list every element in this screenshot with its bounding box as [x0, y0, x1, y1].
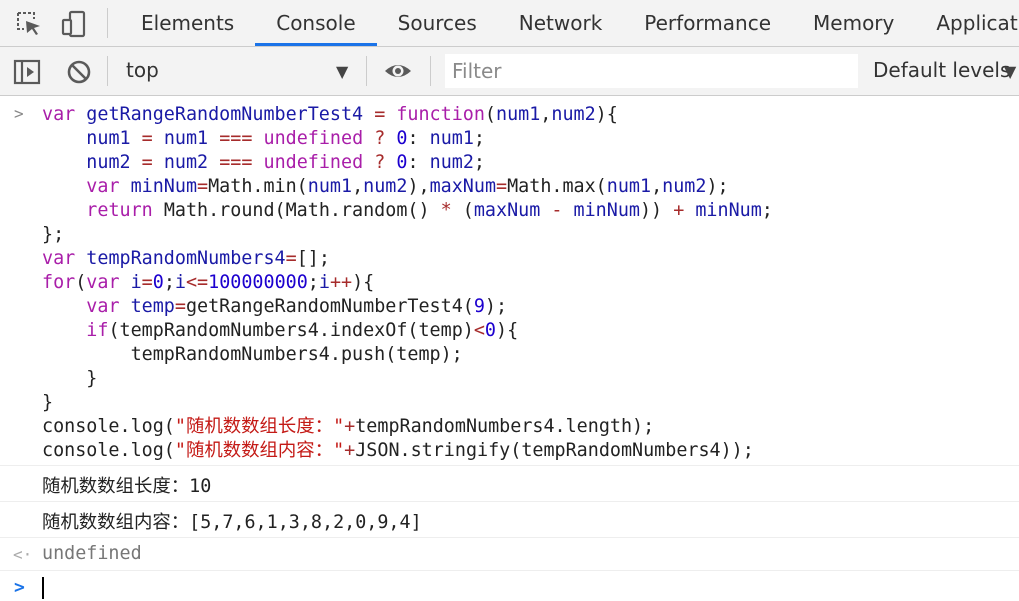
message-divider	[0, 501, 1019, 502]
live-expression-icon[interactable]	[383, 59, 413, 83]
code-line: num1 = num1 === undefined ? 0: num1;	[86, 128, 485, 149]
tab-elements[interactable]: Elements	[120, 0, 255, 46]
tab-sources[interactable]: Sources	[377, 0, 498, 46]
toolbar-divider	[107, 8, 108, 38]
code-line: var temp=getRangeRandomNumberTest4(9);	[86, 296, 508, 317]
tab-network[interactable]: Network	[498, 0, 624, 46]
message-divider	[0, 570, 1019, 571]
code-line: num2 = num2 === undefined ? 0: num2;	[86, 152, 485, 173]
toolbar-divider	[366, 56, 367, 86]
console-log-output: 随机数数组内容：[5,7,6,1,3,8,2,0,9,4]	[42, 512, 422, 533]
context-selector[interactable]: top	[126, 58, 159, 82]
code-input[interactable]: var getRangeRandomNumberTest4 = function…	[42, 103, 773, 463]
code-line: var minNum=Math.min(num1,num2),maxNum=Ma…	[86, 176, 729, 197]
tab-memory[interactable]: Memory	[792, 0, 915, 46]
code-line: }	[42, 392, 54, 413]
code-line: tempRandomNumbers4.push(temp);	[130, 344, 463, 365]
cursor-select-icon[interactable]	[14, 9, 44, 39]
code-line: var tempRandomNumbers4=[];	[42, 248, 330, 269]
console-log-output: 随机数数组长度：10	[42, 476, 212, 497]
chevron-down-icon[interactable]: ▼	[1004, 62, 1016, 81]
chevron-down-icon[interactable]: ▼	[336, 62, 348, 81]
sidebar-toggle-icon[interactable]	[13, 59, 41, 85]
input-prompt-icon: >	[14, 104, 24, 123]
return-value-icon: <·	[13, 545, 33, 564]
message-divider	[0, 537, 1019, 538]
code-line: if(tempRandomNumbers4.indexOf(temp)<0){	[86, 320, 519, 341]
code-line: return Math.round(Math.random() * (maxNu…	[86, 200, 773, 221]
tab-console[interactable]: Console	[255, 0, 377, 46]
return-value: undefined	[42, 543, 142, 564]
input-prompt-icon: >	[14, 577, 25, 598]
log-levels-selector[interactable]: Default levels	[873, 58, 1010, 82]
code-line: for(var i=0;i<=100000000;i++){	[42, 272, 375, 293]
clear-console-icon[interactable]	[66, 59, 92, 85]
tab-application[interactable]: Application	[915, 0, 1019, 46]
device-toggle-icon[interactable]	[60, 9, 90, 39]
toolbar-divider	[107, 56, 108, 86]
code-line: console.log("随机数数组长度："+tempRandomNumbers…	[42, 416, 655, 437]
tab-performance[interactable]: Performance	[623, 0, 792, 46]
toolbar-divider	[430, 56, 431, 86]
filter-input[interactable]	[445, 54, 858, 88]
text-cursor[interactable]	[42, 577, 44, 599]
code-line: };	[42, 224, 65, 245]
message-divider	[0, 465, 1019, 466]
code-line: console.log("随机数数组内容："+JSON.stringify(te…	[42, 440, 754, 461]
code-line: var getRangeRandomNumberTest4 = function…	[42, 104, 618, 125]
panel-tabs: Elements Console Sources Network Perform…	[120, 0, 1019, 46]
code-line: }	[86, 368, 98, 389]
devtools-tab-bar: Elements Console Sources Network Perform…	[0, 0, 1019, 47]
